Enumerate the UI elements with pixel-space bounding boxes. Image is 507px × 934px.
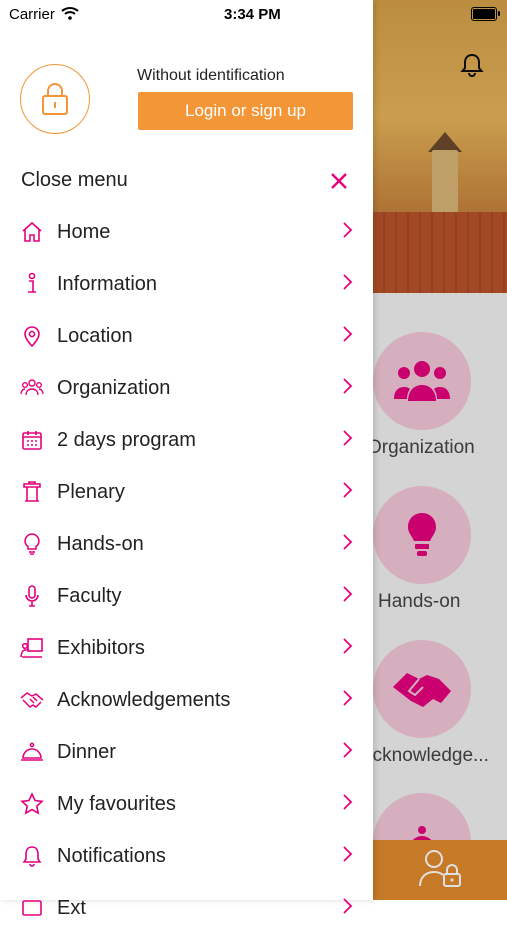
menu-item-exhibitors[interactable]: Exhibitors bbox=[0, 622, 373, 674]
star-icon bbox=[20, 792, 44, 816]
lightbulb-icon bbox=[20, 532, 44, 556]
cloche-icon bbox=[20, 740, 44, 764]
menu-item-faculty[interactable]: Faculty bbox=[0, 570, 373, 622]
menu-item-label: Faculty bbox=[57, 585, 122, 607]
handshake-icon bbox=[20, 688, 44, 712]
info-icon bbox=[20, 272, 44, 296]
menu-item-dinner[interactable]: Dinner bbox=[0, 726, 373, 778]
close-menu-label: Close menu bbox=[21, 169, 128, 191]
status-bar: Carrier 3:34 PM bbox=[0, 0, 507, 30]
people-icon bbox=[20, 376, 44, 400]
side-drawer: Without identification Login or sign up … bbox=[0, 0, 373, 919]
chevron-right-icon bbox=[341, 844, 353, 864]
chevron-right-icon bbox=[341, 792, 353, 812]
menu-item-more[interactable]: Ext bbox=[0, 882, 373, 934]
menu-item-favourites[interactable]: My favourites bbox=[0, 778, 373, 830]
clock: 3:34 PM bbox=[224, 6, 281, 23]
calendar-icon bbox=[20, 428, 44, 452]
menu-item-label: Hands-on bbox=[57, 533, 144, 555]
menu-item-program[interactable]: 2 days program bbox=[0, 414, 373, 466]
battery-icon bbox=[471, 7, 500, 21]
chevron-right-icon bbox=[341, 480, 353, 500]
menu-item-label: Organization bbox=[57, 377, 171, 399]
menu-item-label: Home bbox=[57, 221, 111, 243]
chevron-right-icon bbox=[341, 896, 353, 916]
home-icon bbox=[20, 220, 44, 244]
chevron-right-icon bbox=[341, 636, 353, 656]
menu-item-label: My favourites bbox=[57, 793, 176, 815]
menu-item-label: Ext bbox=[57, 897, 86, 919]
microphone-icon bbox=[20, 584, 44, 608]
login-button[interactable]: Login or sign up bbox=[138, 92, 353, 130]
exhibitor-icon bbox=[20, 636, 44, 660]
menu-item-information[interactable]: Information bbox=[0, 258, 373, 310]
close-menu-row[interactable]: Close menu bbox=[0, 164, 373, 198]
menu-item-notifications[interactable]: Notifications bbox=[0, 830, 373, 882]
chevron-right-icon bbox=[341, 324, 353, 344]
location-pin-icon bbox=[20, 324, 44, 348]
chevron-right-icon bbox=[341, 584, 353, 604]
menu-item-acknowledgements[interactable]: Acknowledgements bbox=[0, 674, 373, 726]
menu-item-label: Exhibitors bbox=[57, 637, 145, 659]
carrier-label: Carrier bbox=[9, 6, 55, 23]
menu-item-organization[interactable]: Organization bbox=[0, 362, 373, 414]
lock-avatar-icon[interactable] bbox=[20, 64, 90, 134]
chevron-right-icon bbox=[341, 220, 353, 240]
chevron-right-icon bbox=[341, 740, 353, 760]
lectern-icon bbox=[20, 480, 44, 504]
close-icon[interactable] bbox=[329, 171, 349, 191]
chevron-right-icon bbox=[341, 272, 353, 292]
menu-item-label: 2 days program bbox=[57, 429, 196, 451]
chevron-right-icon bbox=[341, 532, 353, 552]
menu-item-plenary[interactable]: Plenary bbox=[0, 466, 373, 518]
identification-status: Without identification bbox=[137, 67, 285, 84]
menu-item-location[interactable]: Location bbox=[0, 310, 373, 362]
menu-item-label: Plenary bbox=[57, 481, 125, 503]
chevron-right-icon bbox=[341, 688, 353, 708]
menu-item-label: Location bbox=[57, 325, 133, 347]
chevron-right-icon bbox=[341, 376, 353, 396]
chevron-right-icon bbox=[341, 428, 353, 448]
menu-item-hands-on[interactable]: Hands-on bbox=[0, 518, 373, 570]
dim-overlay[interactable] bbox=[373, 0, 507, 900]
menu-item-home[interactable]: Home bbox=[0, 206, 373, 258]
menu-item-label: Notifications bbox=[57, 845, 166, 867]
wifi-icon bbox=[61, 6, 79, 20]
menu-item-label: Information bbox=[57, 273, 158, 295]
menu-item-label: Dinner bbox=[57, 741, 116, 763]
bell-icon bbox=[20, 844, 44, 868]
menu-item-label: Acknowledgements bbox=[57, 689, 231, 711]
